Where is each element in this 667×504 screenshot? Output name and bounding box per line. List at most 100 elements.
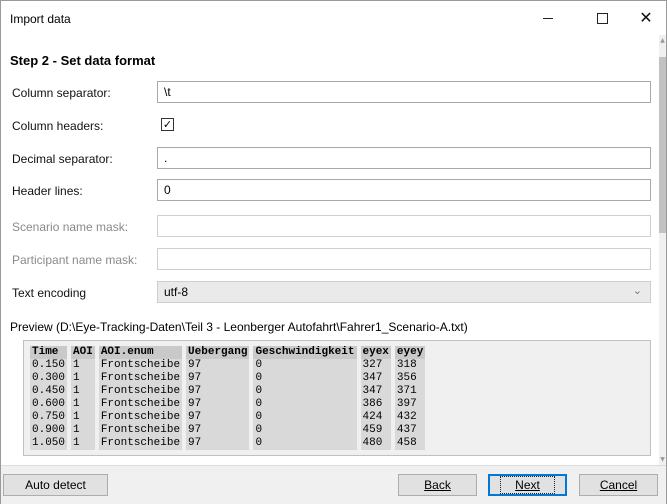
participant-name-mask-label: Participant name mask:	[12, 253, 138, 267]
preview-column-header: Geschwindigkeit	[253, 346, 357, 359]
table-cell: 0	[253, 398, 357, 411]
preview-column-header: Time	[30, 346, 68, 359]
table-cell: 0.600	[30, 398, 68, 411]
table-cell: 480	[360, 437, 391, 450]
chevron-down-icon: ⌄	[632, 284, 642, 297]
table-cell: 318	[394, 359, 426, 372]
text-encoding-select[interactable]: utf-8 ⌄	[157, 281, 651, 303]
table-cell: Frontscheibe	[98, 411, 183, 424]
table-cell: 0.750	[30, 411, 68, 424]
title-bar[interactable]: Import data ✕	[1, 1, 666, 35]
table-cell: 97	[186, 424, 250, 437]
preview-column-header: eyey	[394, 346, 426, 359]
table-cell: 0	[253, 424, 357, 437]
table-row: 1.050 1 Frontscheibe 97 0 480 458	[30, 437, 426, 450]
minimize-icon	[543, 17, 553, 19]
table-cell: Frontscheibe	[98, 424, 183, 437]
preview-label: Preview (D:\Eye-Tracking-Daten\Teil 3 - …	[10, 320, 468, 334]
table-row: 0.750 1 Frontscheibe 97 0 424 432	[30, 411, 426, 424]
decimal-separator-input[interactable]: .	[157, 147, 651, 169]
table-cell: 356	[394, 372, 426, 385]
column-headers-checkbox[interactable]: ✓	[161, 118, 174, 131]
table-cell: 1	[71, 385, 95, 398]
preview-table[interactable]: Time AOI AOI.enum Uebergang Geschwindigk…	[23, 340, 651, 456]
checkmark-icon: ✓	[162, 118, 173, 131]
close-button[interactable]: ✕	[626, 1, 666, 35]
table-cell: 0	[253, 385, 357, 398]
preview-column-header: eyex	[360, 346, 391, 359]
decimal-separator-label: Decimal separator:	[12, 152, 113, 166]
scenario-name-mask-input[interactable]	[157, 215, 651, 237]
table-cell: 0.150	[30, 359, 68, 372]
window-title: Import data	[10, 12, 71, 26]
header-lines-label: Header lines:	[12, 184, 83, 198]
table-cell: 424	[360, 411, 391, 424]
table-cell: 0.450	[30, 385, 68, 398]
scroll-down-icon[interactable]: ▼	[659, 456, 666, 463]
auto-detect-button[interactable]: Auto detect	[3, 474, 108, 496]
header-lines-input[interactable]: 0	[157, 179, 651, 201]
table-cell: 97	[186, 372, 250, 385]
table-cell: 1	[71, 359, 95, 372]
import-data-dialog: Import data ✕ Step 2 - Set data format C…	[0, 0, 667, 504]
column-separator-input[interactable]: \t	[157, 81, 651, 103]
table-cell: 397	[394, 398, 426, 411]
vertical-scrollbar[interactable]: ▲ ▼	[659, 35, 666, 465]
cancel-button[interactable]: Cancel	[579, 474, 658, 496]
back-button[interactable]: Back	[398, 474, 477, 496]
next-button-label: Next	[515, 478, 540, 492]
table-cell: 1	[71, 411, 95, 424]
table-cell: Frontscheibe	[98, 385, 183, 398]
table-cell: 97	[186, 359, 250, 372]
table-cell: 1.050	[30, 437, 68, 450]
table-cell: 1	[71, 372, 95, 385]
table-cell: 371	[394, 385, 426, 398]
table-cell: 459	[360, 424, 391, 437]
table-cell: 386	[360, 398, 391, 411]
table-cell: Frontscheibe	[98, 398, 183, 411]
table-cell: 327	[360, 359, 391, 372]
table-cell: 1	[71, 398, 95, 411]
table-row: 0.150 1 Frontscheibe 97 0 327 318	[30, 359, 426, 372]
close-icon: ✕	[639, 8, 653, 27]
table-cell: Frontscheibe	[98, 372, 183, 385]
table-cell: 97	[186, 437, 250, 450]
table-cell: 0	[253, 411, 357, 424]
table-cell: 0.900	[30, 424, 68, 437]
table-cell: Frontscheibe	[98, 437, 183, 450]
text-encoding-value: utf-8	[164, 285, 189, 299]
scroll-up-icon[interactable]: ▲	[659, 37, 666, 44]
dialog-content: Step 2 - Set data format Column separato…	[1, 35, 659, 465]
maximize-icon	[596, 12, 608, 24]
table-cell: 347	[360, 385, 391, 398]
table-cell: 347	[360, 372, 391, 385]
text-encoding-label: Text encoding	[12, 286, 87, 300]
cancel-button-label: Cancel	[599, 478, 638, 492]
table-cell: 0	[253, 437, 357, 450]
table-cell: 97	[186, 398, 250, 411]
table-cell: 97	[186, 411, 250, 424]
participant-name-mask-input[interactable]	[157, 248, 651, 270]
table-cell: 1	[71, 437, 95, 450]
minimize-button[interactable]	[525, 1, 571, 35]
preview-column-header: AOI.enum	[98, 346, 183, 359]
table-cell: 0.300	[30, 372, 68, 385]
scenario-name-mask-label: Scenario name mask:	[12, 220, 129, 234]
table-cell: 0	[253, 359, 357, 372]
dialog-footer: Auto detect Back Next Cancel	[1, 465, 666, 504]
table-cell: 1	[71, 424, 95, 437]
scrollbar-thumb[interactable]	[659, 57, 666, 233]
table-cell: 458	[394, 437, 426, 450]
table-cell: 437	[394, 424, 426, 437]
column-headers-label: Column headers:	[12, 119, 104, 133]
preview-column-header: AOI	[71, 346, 95, 359]
maximize-button[interactable]	[579, 1, 625, 35]
preview-header-row: Time AOI AOI.enum Uebergang Geschwindigk…	[30, 346, 426, 359]
table-row: 0.600 1 Frontscheibe 97 0 386 397	[30, 398, 426, 411]
table-cell: Frontscheibe	[98, 359, 183, 372]
next-button[interactable]: Next	[488, 474, 567, 496]
table-cell: 0	[253, 372, 357, 385]
back-button-label: Back	[424, 478, 451, 492]
table-cell: 97	[186, 385, 250, 398]
preview-column-header: Uebergang	[186, 346, 250, 359]
